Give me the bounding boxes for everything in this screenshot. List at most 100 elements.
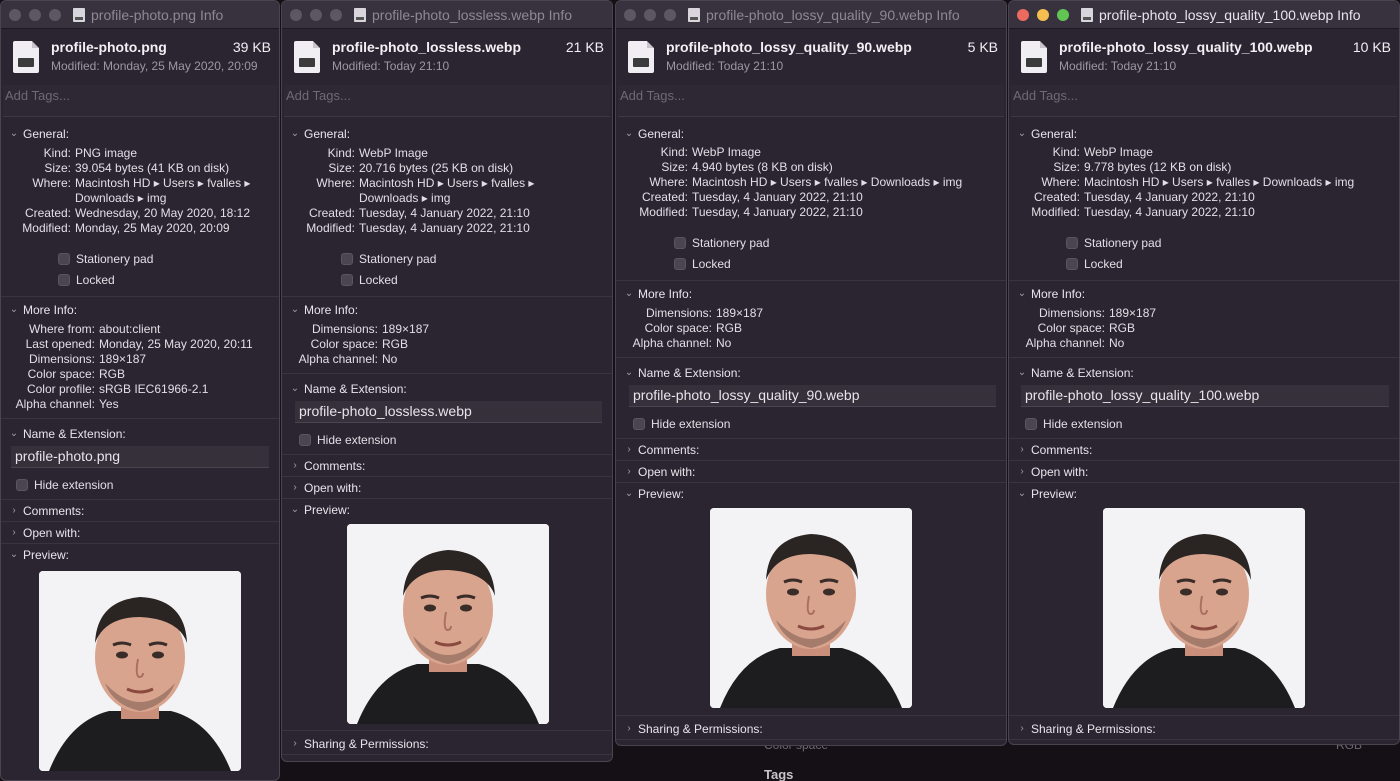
stationery-pad-checkbox[interactable]: Stationery pad: [341, 248, 612, 269]
chevron-right-icon[interactable]: ›: [624, 444, 634, 455]
preview-header[interactable]: ⌄ Preview:: [1, 544, 279, 565]
chevron-right-icon[interactable]: ›: [1017, 444, 1027, 455]
name-field[interactable]: profile-photo_lossy_quality_100.webp: [1021, 385, 1389, 407]
chevron-down-icon[interactable]: ⌄: [1017, 288, 1027, 299]
chevron-down-icon[interactable]: ⌄: [9, 304, 19, 315]
close-button[interactable]: [9, 8, 21, 21]
tags-input[interactable]: Add Tags...: [618, 85, 1004, 117]
chevron-down-icon[interactable]: ⌄: [624, 488, 634, 499]
hide-extension-checkbox[interactable]: Hide extension: [299, 429, 612, 450]
preview-header[interactable]: ⌄ Preview:: [1009, 483, 1399, 504]
close-button[interactable]: [290, 8, 302, 21]
comments-header[interactable]: › Comments:: [1, 500, 279, 521]
chevron-right-icon[interactable]: ›: [290, 738, 300, 749]
file-icon[interactable]: [628, 41, 654, 73]
comments-header[interactable]: › Comments:: [1009, 439, 1399, 460]
file-icon[interactable]: [294, 41, 320, 73]
chevron-right-icon[interactable]: ›: [290, 482, 300, 493]
open-with-header[interactable]: › Open with:: [616, 461, 1006, 482]
general-header[interactable]: ⌄ General:: [1, 123, 279, 144]
hide-extension-checkbox[interactable]: Hide extension: [633, 413, 1006, 434]
name-extension-header[interactable]: ⌄ Name & Extension:: [1009, 362, 1399, 383]
general-header[interactable]: ⌄ General:: [616, 123, 1006, 144]
sharing-header[interactable]: › Sharing & Permissions:: [282, 733, 612, 754]
zoom-button[interactable]: [1057, 8, 1069, 21]
close-button[interactable]: [624, 8, 636, 21]
name-extension-header[interactable]: ⌄ Name & Extension:: [616, 362, 1006, 383]
chevron-right-icon[interactable]: ›: [624, 723, 634, 734]
zoom-button[interactable]: [49, 8, 61, 21]
comments-header[interactable]: › Comments:: [282, 455, 612, 476]
stationery-pad-checkbox[interactable]: Stationery pad: [674, 232, 1006, 253]
preview-header[interactable]: ⌄ Preview:: [616, 483, 1006, 504]
chevron-right-icon[interactable]: ›: [9, 527, 19, 538]
info-window-png[interactable]: profile-photo.png Info profile-photo.png…: [0, 0, 280, 781]
info-window-lossless[interactable]: profile-photo_lossless.webp Info profile…: [281, 0, 613, 762]
comments-header[interactable]: › Comments:: [616, 439, 1006, 460]
sharing-header[interactable]: › Sharing & Permissions:: [616, 718, 1006, 739]
minimize-button[interactable]: [29, 8, 41, 21]
titlebar[interactable]: profile-photo.png Info: [1, 1, 279, 29]
chevron-right-icon[interactable]: ›: [624, 466, 634, 477]
info-window-lossy-90[interactable]: profile-photo_lossy_quality_90.webp Info…: [615, 0, 1007, 746]
info-key: Where from:: [28, 322, 95, 336]
general-header[interactable]: ⌄ General:: [282, 123, 612, 144]
tags-input[interactable]: Add Tags...: [284, 85, 610, 117]
titlebar[interactable]: profile-photo_lossy_quality_90.webp Info: [616, 1, 1006, 29]
more-info-header[interactable]: ⌄ More Info:: [616, 283, 1006, 304]
chevron-down-icon[interactable]: ⌄: [9, 549, 19, 560]
chevron-right-icon[interactable]: ›: [1017, 723, 1027, 734]
minimize-button[interactable]: [644, 8, 656, 21]
locked-checkbox[interactable]: Locked: [1066, 253, 1399, 274]
chevron-down-icon[interactable]: ⌄: [1017, 488, 1027, 499]
chevron-down-icon[interactable]: ⌄: [1017, 367, 1027, 378]
more-info-header[interactable]: ⌄ More Info:: [282, 299, 612, 320]
titlebar[interactable]: profile-photo_lossless.webp Info: [282, 1, 612, 29]
preview-image: [710, 508, 912, 708]
locked-checkbox[interactable]: Locked: [341, 269, 612, 290]
stationery-pad-checkbox[interactable]: Stationery pad: [58, 248, 279, 269]
open-with-header[interactable]: › Open with:: [282, 477, 612, 498]
chevron-down-icon[interactable]: ⌄: [624, 288, 634, 299]
chevron-right-icon[interactable]: ›: [290, 460, 300, 471]
name-field[interactable]: profile-photo_lossy_quality_90.webp: [629, 385, 996, 407]
chevron-down-icon[interactable]: ⌄: [9, 128, 19, 139]
titlebar[interactable]: profile-photo_lossy_quality_100.webp Inf…: [1009, 1, 1399, 29]
name-extension-header[interactable]: ⌄ Name & Extension:: [1, 423, 279, 444]
chevron-down-icon[interactable]: ⌄: [1017, 128, 1027, 139]
name-field[interactable]: profile-photo_lossless.webp: [295, 401, 602, 423]
tags-input[interactable]: Add Tags...: [1011, 85, 1397, 117]
locked-checkbox[interactable]: Locked: [674, 253, 1006, 274]
general-header[interactable]: ⌄ General:: [1009, 123, 1399, 144]
hide-extension-checkbox[interactable]: Hide extension: [1025, 413, 1399, 434]
name-extension-header[interactable]: ⌄ Name & Extension:: [282, 378, 612, 399]
stationery-pad-checkbox[interactable]: Stationery pad: [1066, 232, 1399, 253]
more-info-header[interactable]: ⌄ More Info:: [1009, 283, 1399, 304]
zoom-button[interactable]: [664, 8, 676, 21]
chevron-down-icon[interactable]: ⌄: [9, 428, 19, 439]
tags-input[interactable]: Add Tags...: [3, 85, 277, 117]
chevron-down-icon[interactable]: ⌄: [290, 128, 300, 139]
chevron-down-icon[interactable]: ⌄: [624, 367, 634, 378]
minimize-button[interactable]: [310, 8, 322, 21]
zoom-button[interactable]: [330, 8, 342, 21]
sharing-header[interactable]: › Sharing & Permissions:: [1009, 718, 1399, 739]
chevron-down-icon[interactable]: ⌄: [290, 504, 300, 515]
chevron-right-icon[interactable]: ›: [9, 505, 19, 516]
chevron-down-icon[interactable]: ⌄: [624, 128, 634, 139]
hide-extension-checkbox[interactable]: Hide extension: [16, 474, 279, 495]
chevron-down-icon[interactable]: ⌄: [290, 304, 300, 315]
chevron-right-icon[interactable]: ›: [1017, 466, 1027, 477]
file-icon[interactable]: [1021, 41, 1047, 73]
chevron-down-icon[interactable]: ⌄: [290, 383, 300, 394]
minimize-button[interactable]: [1037, 8, 1049, 21]
file-icon[interactable]: [13, 41, 39, 73]
locked-checkbox[interactable]: Locked: [58, 269, 279, 290]
close-button[interactable]: [1017, 8, 1029, 21]
preview-header[interactable]: ⌄ Preview:: [282, 499, 612, 520]
open-with-header[interactable]: › Open with:: [1, 522, 279, 543]
open-with-header[interactable]: › Open with:: [1009, 461, 1399, 482]
more-info-header[interactable]: ⌄ More Info:: [1, 299, 279, 320]
name-field[interactable]: profile-photo.png: [11, 446, 269, 468]
info-window-lossy-100[interactable]: profile-photo_lossy_quality_100.webp Inf…: [1008, 0, 1400, 745]
